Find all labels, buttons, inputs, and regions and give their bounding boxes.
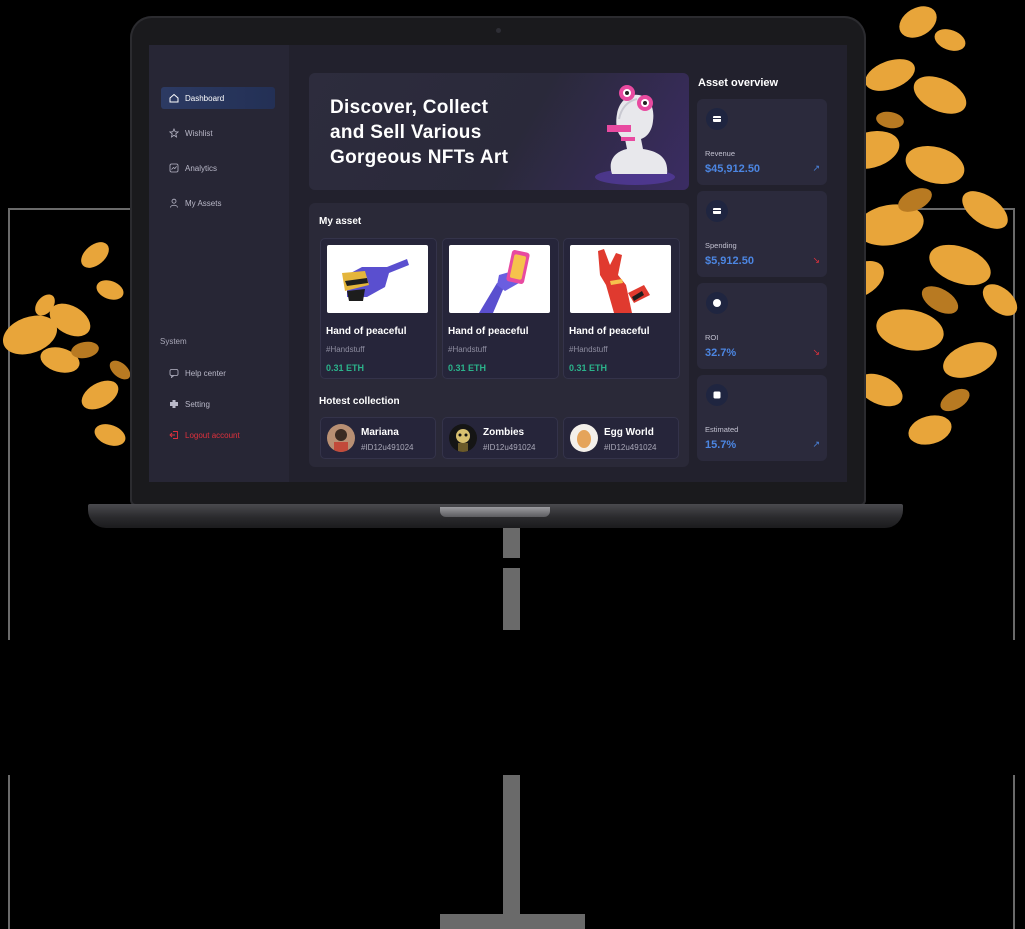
stat-card-spending: Spending $5,912.50 ↘ [697,191,827,277]
guide-line [503,568,520,630]
asset-image [570,245,671,313]
stat-value: 32.7% [705,347,737,359]
collection-item[interactable]: Zombies #ID12u491024 [442,417,558,459]
square-icon [706,384,728,406]
collection-item[interactable]: Egg World #ID12u491024 [563,417,679,459]
stat-label: Spending [705,241,737,250]
collection-name: Egg World [604,427,654,438]
asset-overview-title: Asset overview [698,77,779,89]
stat-value: 15.7% [705,439,737,451]
asset-tag: #Handstuff [569,345,608,354]
asset-tag: #Handstuff [326,345,365,354]
guide-line [1013,775,1015,929]
hotest-collection-title: Hotest collection [319,396,400,407]
chart-icon [167,161,181,175]
sidebar-item-label: My Assets [185,198,222,208]
guide-line [503,775,520,915]
sidebar-item-my-assets[interactable]: My Assets [161,192,275,214]
laptop-notch [440,507,550,517]
trend-down-icon: ↘ [812,347,820,357]
star-icon [167,126,181,140]
sidebar-item-label: Analytics [185,163,218,173]
guide-line [8,775,10,929]
guide-line [8,208,138,210]
stat-label: Revenue [705,149,736,158]
avatar [570,424,598,452]
hero-banner: Discover, Collect and Sell Various Gorge… [309,73,689,190]
sidebar-item-analytics[interactable]: Analytics [161,157,275,179]
asset-price: 0.31 ETH [448,363,487,373]
sidebar-item-help-center[interactable]: Help center [161,362,275,384]
sidebar-item-dashboard[interactable]: Dashboard [161,87,275,109]
wallet-icon [706,200,728,222]
logout-button[interactable]: Logout account [161,424,275,446]
dashboard-screen: Dashboard Wishlist Analytics My Assets S… [149,45,847,482]
plant-left-decoration [2,242,131,446]
stat-card-roi: ROI 32.7% ↘ [697,283,827,369]
collection-id: #ID12u491024 [361,443,414,452]
asset-name: Hand of peaceful [569,326,650,337]
collection-name: Zombies [483,427,525,438]
system-section-label: System [160,337,187,346]
collection-name: Mariana [361,427,399,438]
avatar [327,424,355,452]
stat-value: $5,912.50 [705,255,754,267]
trend-down-icon: ↘ [812,255,820,265]
stat-label: ROI [705,333,719,342]
sidebar: Dashboard Wishlist Analytics My Assets S… [149,45,289,482]
collection-id: #ID12u491024 [483,443,536,452]
user-icon [167,196,181,210]
stat-label: Estimated [705,425,739,434]
chat-icon [167,366,181,380]
stat-value: $45,912.50 [705,163,761,175]
asset-card[interactable]: Hand of peaceful #Handstuff 0.31 ETH [563,238,680,379]
collection-id: #ID12u491024 [604,443,657,452]
asset-image [327,245,428,313]
stat-card-estimated: Estimated 15.7% ↗ [697,375,827,461]
sidebar-item-label: Logout account [185,430,240,440]
hero-title: Discover, Collect and Sell Various Gorge… [330,97,509,168]
sidebar-item-label: Wishlist [185,128,213,138]
asset-tag: #Handstuff [448,345,487,354]
asset-name: Hand of peaceful [448,326,529,337]
asset-name: Hand of peaceful [326,326,407,337]
guide-line [440,914,585,929]
sidebar-item-label: Help center [185,368,226,378]
circle-icon [706,292,728,314]
asset-card[interactable]: Hand of peaceful #Handstuff 0.31 ETH [442,238,559,379]
asset-image [449,245,550,313]
statue-bust-illustration [595,85,675,185]
webcam [496,28,501,33]
wallet-icon [706,108,728,130]
sidebar-item-setting[interactable]: Setting [161,393,275,415]
collection-item[interactable]: Mariana #ID12u491024 [320,417,436,459]
stat-card-revenue: Revenue $45,912.50 ↗ [697,99,827,185]
sidebar-item-label: Dashboard [185,93,225,103]
trend-up-icon: ↗ [812,163,820,173]
home-icon [167,91,181,105]
avatar [449,424,477,452]
trend-up-icon: ↗ [812,439,820,449]
sidebar-item-wishlist[interactable]: Wishlist [161,122,275,144]
guide-line [503,528,520,558]
asset-card[interactable]: Hand of peaceful #Handstuff 0.31 ETH [320,238,437,379]
gear-icon [167,397,181,411]
my-asset-title: My asset [319,216,362,227]
asset-price: 0.31 ETH [569,363,608,373]
asset-price: 0.31 ETH [326,363,365,373]
sidebar-item-label: Setting [185,399,210,409]
logout-icon [167,428,181,442]
